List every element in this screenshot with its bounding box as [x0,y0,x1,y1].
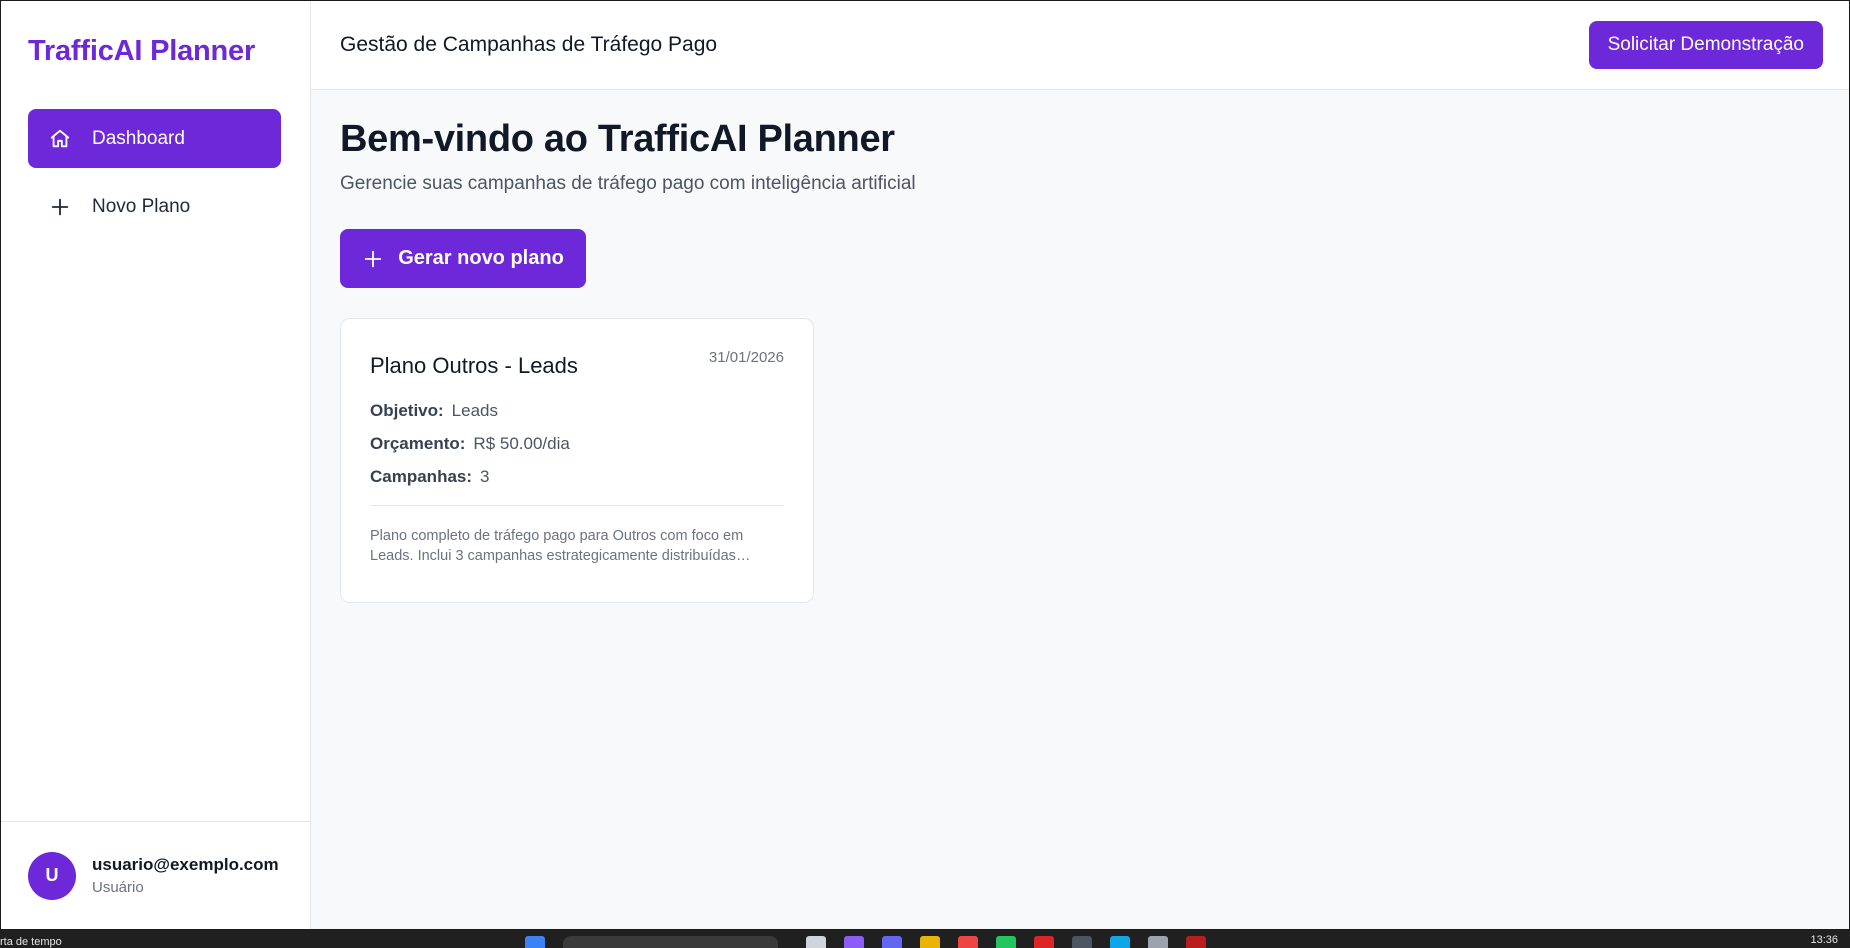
main-area: Gestão de Campanhas de Tráfego Pago Soli… [311,1,1849,929]
plus-icon [362,248,384,270]
dashboard-content: Bem-vindo ao TrafficAI Planner Gerencie … [311,90,1849,603]
budget-label: Orçamento: [370,434,466,453]
plan-objective: Objetivo: Leads [370,401,784,421]
page-title: Bem-vindo ao TrafficAI Planner [340,118,895,160]
sidebar-item-dashboard[interactable]: Dashboard [28,109,281,168]
campaigns-label: Campanhas: [370,467,473,486]
taskbar-search[interactable] [563,936,778,948]
taskbar-clock[interactable]: 13:36 [1810,934,1838,946]
sidebar-item-novo-plano[interactable]: Novo Plano [28,177,281,236]
app-icon[interactable] [996,936,1016,948]
card-divider [370,505,784,506]
user-role: Usuário [92,879,144,896]
budget-value: R$ 50.00/dia [473,434,570,453]
os-taskbar: rta de tempo 13:36 [0,930,1850,948]
avatar[interactable]: U [28,851,76,900]
sidebar-item-label: Novo Plano [92,195,191,217]
plan-card-header: Plano Outros - Leads 31/01/2026 [370,347,784,379]
plus-icon [48,195,72,219]
user-email: usuario@exemplo.com [92,855,279,874]
taskbar-widget-text[interactable]: rta de tempo [0,936,62,948]
app-icon[interactable] [882,936,902,948]
app-icon[interactable] [806,936,826,948]
user-profile[interactable]: U usuario@exemplo.com Usuário [1,821,310,929]
plan-description: Plano completo de tráfego pago para Outr… [370,528,744,564]
user-info: usuario@exemplo.com Usuário [92,855,279,896]
sidebar-item-label: Dashboard [92,127,185,149]
header-title: Gestão de Campanhas de Tráfego Pago [340,33,718,56]
objective-label: Objetivo: [370,401,444,420]
app-icon[interactable] [1110,936,1130,948]
plan-details: Objetivo: Leads Orçamento: R$ 50.00/dia Ca… [370,401,784,487]
page-subtitle: Gerencie suas campanhas de tráfego pago … [340,173,916,194]
plan-title: Plano Outros - Leads [370,353,578,378]
app-icon[interactable] [958,936,978,948]
plan-card[interactable]: Plano Outros - Leads 31/01/2026 Objetivo… [340,318,814,603]
objective-value: Leads [451,401,498,420]
start-icon[interactable] [525,936,545,948]
app-icon[interactable] [1186,936,1206,948]
folder-icon[interactable] [920,936,940,948]
brand-logo[interactable]: TrafficAI Planner [28,35,255,68]
sidebar-nav: Dashboard Novo Plano [28,109,281,245]
plan-campaigns: Campanhas: 3 [370,467,784,487]
campaigns-value: 3 [480,467,490,486]
top-bar: Gestão de Campanhas de Tráfego Pago Soli… [311,1,1849,90]
plan-budget: Orçamento: R$ 50.00/dia [370,434,784,454]
app-icon[interactable] [1034,936,1054,948]
plan-date: 31/01/2026 [708,349,784,366]
app-icon[interactable] [844,936,864,948]
generate-plan-button[interactable]: Gerar novo plano [340,229,586,288]
taskbar-icons [525,936,1206,948]
app-icon[interactable] [1072,936,1092,948]
app-window: TrafficAI Planner Dashboard Novo Plano U… [0,0,1850,930]
request-demo-button[interactable]: Solicitar Demonstração [1588,21,1823,69]
generate-plan-label: Gerar novo plano [398,247,564,269]
sidebar: TrafficAI Planner Dashboard Novo Plano U… [1,1,311,929]
app-icon[interactable] [1148,936,1168,948]
home-icon [48,127,72,151]
